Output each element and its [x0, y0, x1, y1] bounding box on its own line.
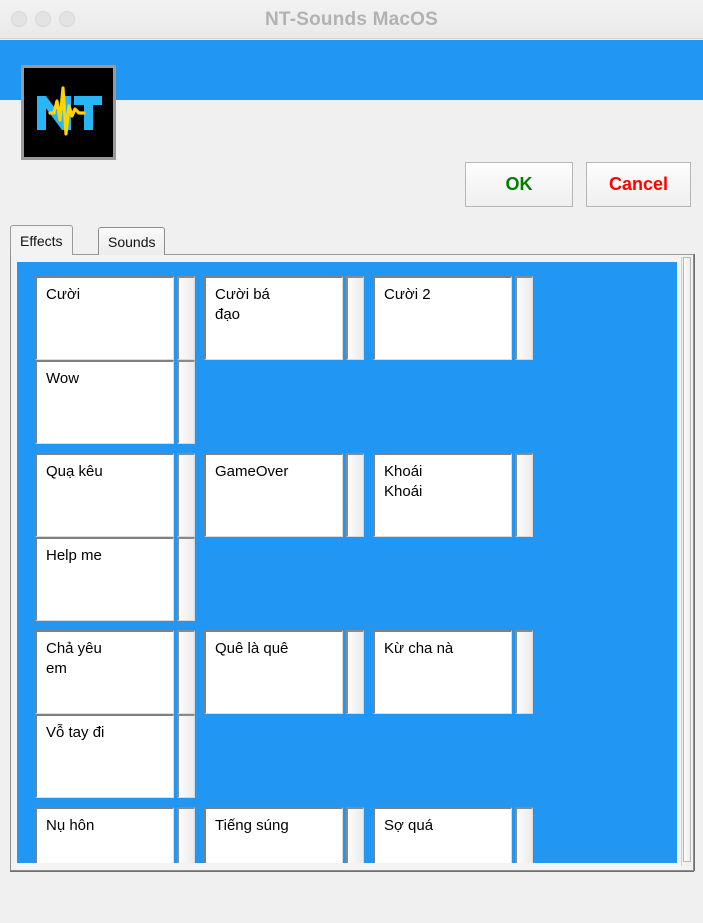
sound-item-scrollbar[interactable]: [177, 453, 195, 537]
sound-item-label[interactable]: Cười: [35, 276, 174, 360]
sound-item-label[interactable]: Nụ hôn: [35, 807, 174, 863]
sound-item[interactable]: Khoái Khoái: [373, 453, 533, 537]
sound-item-scrollbar[interactable]: [177, 276, 195, 360]
sound-item-scrollbar[interactable]: [177, 630, 195, 714]
sound-item-label[interactable]: Sợ quá: [373, 807, 512, 863]
sound-item-label[interactable]: Cười bá đạo: [204, 276, 343, 360]
ok-button[interactable]: OK: [465, 162, 573, 207]
sound-item-label[interactable]: Cười 2: [373, 276, 512, 360]
tab-sounds[interactable]: Sounds: [98, 227, 166, 255]
sound-item[interactable]: Cười bá đạo: [204, 276, 364, 360]
sound-item[interactable]: Wow: [35, 360, 195, 444]
panel-vertical-scrollbar[interactable]: [681, 257, 691, 866]
sound-item[interactable]: Cười 2: [373, 276, 533, 360]
sound-item[interactable]: Sợ quá: [373, 807, 533, 863]
sound-item-label[interactable]: Vỗ tay đi: [35, 714, 174, 798]
sound-item[interactable]: Chả yêu em: [35, 630, 195, 714]
sound-item-label[interactable]: Tiếng súng: [204, 807, 343, 863]
sound-item-scrollbar[interactable]: [177, 360, 195, 444]
sound-item[interactable]: Nụ hôn: [35, 807, 195, 863]
grid-row-gap: [35, 798, 677, 807]
tab-strip: Effects Sounds: [10, 225, 694, 255]
sound-item-scrollbar[interactable]: [346, 630, 364, 714]
sound-item-label[interactable]: Wow: [35, 360, 174, 444]
sound-item[interactable]: Cười: [35, 276, 195, 360]
sound-item[interactable]: Quê là quê: [204, 630, 364, 714]
grid-row-gap: [35, 444, 677, 453]
panel-scrollbar-thumb[interactable]: [683, 257, 691, 862]
sound-grid: Cười Cười bá đạo Cười 2 Wow Quạ kêu GameOver K…: [17, 262, 677, 863]
sound-item-label[interactable]: Quê là quê: [204, 630, 343, 714]
sound-item[interactable]: Kừ cha nà: [373, 630, 533, 714]
nt-sounds-logo: [21, 65, 116, 160]
sound-item-scrollbar[interactable]: [515, 807, 533, 863]
sound-item[interactable]: GameOver: [204, 453, 364, 537]
sound-item-label[interactable]: GameOver: [204, 453, 343, 537]
sound-item-scrollbar[interactable]: [515, 630, 533, 714]
sound-item-label[interactable]: Khoái Khoái: [373, 453, 512, 537]
sound-item-scrollbar[interactable]: [515, 453, 533, 537]
sound-item-scrollbar[interactable]: [177, 537, 195, 621]
sound-grid-viewport: Cười Cười bá đạo Cười 2 Wow Quạ kêu GameOver K…: [17, 262, 677, 863]
window-title: NT-Sounds MacOS: [265, 9, 438, 30]
sound-item[interactable]: Help me: [35, 537, 195, 621]
sound-item-scrollbar[interactable]: [177, 807, 195, 863]
sound-item-scrollbar[interactable]: [346, 453, 364, 537]
sound-item-label[interactable]: Chả yêu em: [35, 630, 174, 714]
sound-item-scrollbar[interactable]: [515, 276, 533, 360]
grid-row-gap: [35, 621, 677, 630]
sound-item-label[interactable]: Kừ cha nà: [373, 630, 512, 714]
sound-item[interactable]: Vỗ tay đi: [35, 714, 195, 798]
sound-item[interactable]: Quạ kêu: [35, 453, 195, 537]
sound-item-label[interactable]: Quạ kêu: [35, 453, 174, 537]
logo-artwork: [24, 68, 113, 157]
sound-item[interactable]: Tiếng súng: [204, 807, 364, 863]
sound-item-scrollbar[interactable]: [177, 714, 195, 798]
sound-item-scrollbar[interactable]: [346, 276, 364, 360]
tab-effects[interactable]: Effects: [10, 225, 73, 255]
sound-item-scrollbar[interactable]: [346, 807, 364, 863]
effects-panel: Cười Cười bá đạo Cười 2 Wow Quạ kêu GameOver K…: [10, 254, 694, 871]
window-titlebar: NT-Sounds MacOS: [0, 0, 703, 39]
sound-item-label[interactable]: Help me: [35, 537, 174, 621]
cancel-button[interactable]: Cancel: [586, 162, 691, 207]
